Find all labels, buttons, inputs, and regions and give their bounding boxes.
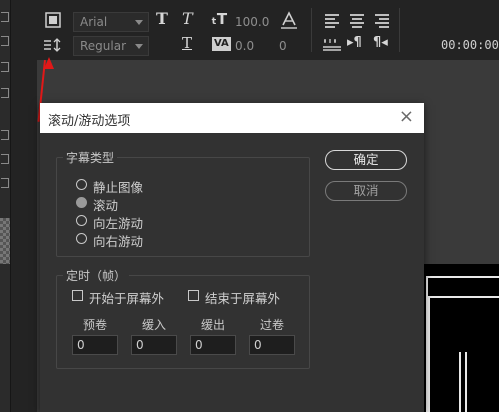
safe-margin-line bbox=[465, 352, 467, 412]
paragraph-ltr-icon[interactable]: ¶◂ bbox=[373, 36, 388, 49]
align-right-icon[interactable] bbox=[375, 14, 389, 28]
radio-label: 静止图像 bbox=[93, 180, 144, 195]
baseline-icon bbox=[281, 11, 297, 29]
radio-label: 向右游动 bbox=[93, 234, 144, 249]
bold-T-icon[interactable]: T bbox=[156, 11, 168, 27]
panel-gutter bbox=[11, 0, 37, 412]
tab-stops-icon[interactable] bbox=[43, 38, 63, 52]
ease-out-label: 缓出 bbox=[200, 318, 225, 332]
roll-crawl-dialog: 滚动/游动选项 × 字幕类型 静止图像 滚动 向左游动 向右游动 定时（帧） 开… bbox=[40, 103, 424, 412]
safe-margin-line bbox=[428, 296, 499, 298]
roll-crawl-options-icon[interactable] bbox=[45, 12, 61, 28]
checkbox-label: 结束于屏幕外 bbox=[205, 291, 281, 306]
radio-button[interactable] bbox=[76, 233, 87, 244]
title-type-legend: 字幕类型 bbox=[66, 151, 115, 165]
chevron-down-icon bbox=[135, 44, 143, 49]
italic-T-icon[interactable]: T bbox=[182, 11, 193, 27]
preroll-label: 预卷 bbox=[82, 318, 107, 332]
ok-button[interactable]: 确定 bbox=[325, 150, 407, 170]
timing-legend: 定时（帧） bbox=[66, 269, 127, 283]
tracking-value[interactable]: 0.0 bbox=[235, 39, 254, 53]
radio-label: 向左游动 bbox=[93, 216, 144, 231]
paragraph-rtl-icon[interactable]: ▸¶ bbox=[347, 36, 362, 49]
font-style-value: Regular bbox=[80, 39, 127, 53]
dialog-titlebar[interactable]: 滚动/游动选项 × bbox=[40, 103, 424, 133]
tool-icon[interactable] bbox=[1, 154, 9, 164]
checkbox[interactable] bbox=[72, 290, 83, 301]
ease-in-input[interactable]: 0 bbox=[131, 335, 177, 355]
safe-margin-line bbox=[426, 276, 499, 278]
annotation-arrow-head bbox=[44, 57, 54, 69]
tool-icon[interactable] bbox=[1, 36, 9, 46]
toolbar-divider bbox=[311, 8, 312, 52]
font-size-icon: ₜT bbox=[211, 10, 228, 28]
canvas-preview-dark bbox=[424, 264, 499, 412]
kerning-icon: VA bbox=[212, 37, 231, 51]
tool-icon[interactable] bbox=[1, 130, 9, 140]
tab-stops-alt-icon[interactable] bbox=[323, 37, 341, 51]
title-toolbar: Arial Regular T T T ₜT 100.0 VA 0.0 0 ▸¶… bbox=[37, 0, 499, 61]
align-left-icon[interactable] bbox=[325, 14, 339, 28]
baseline-value[interactable]: 0 bbox=[279, 39, 287, 53]
radio-button-selected[interactable] bbox=[76, 197, 87, 208]
close-icon[interactable]: × bbox=[399, 108, 414, 126]
chevron-down-icon bbox=[135, 20, 143, 25]
radio-button[interactable] bbox=[76, 179, 87, 190]
cancel-button[interactable]: 取消 bbox=[325, 181, 407, 201]
checkbox[interactable] bbox=[188, 290, 199, 301]
tool-icon[interactable] bbox=[1, 178, 9, 188]
tool-icon[interactable] bbox=[1, 88, 9, 98]
preroll-input[interactable]: 0 bbox=[72, 335, 118, 355]
ease-in-label: 缓入 bbox=[141, 318, 166, 332]
font-family-value: Arial bbox=[80, 15, 108, 29]
dialog-title: 滚动/游动选项 bbox=[48, 114, 131, 129]
ease-out-input[interactable]: 0 bbox=[190, 335, 236, 355]
align-center-icon[interactable] bbox=[350, 14, 364, 28]
toolbar-divider bbox=[399, 8, 400, 52]
tool-icon[interactable] bbox=[1, 12, 9, 22]
font-family-select[interactable]: Arial bbox=[73, 12, 149, 32]
swatch-preview bbox=[0, 218, 10, 264]
tools-panel bbox=[0, 0, 11, 412]
radio-label: 滚动 bbox=[93, 198, 119, 213]
underline-T-icon[interactable]: T bbox=[182, 36, 192, 51]
safe-margin-line bbox=[459, 352, 461, 412]
safe-margin-line bbox=[428, 296, 430, 412]
font-style-select[interactable]: Regular bbox=[73, 36, 149, 56]
tool-icon[interactable] bbox=[1, 62, 9, 72]
timecode-display[interactable]: 00:00:00:00 bbox=[441, 38, 499, 52]
font-size-value[interactable]: 100.0 bbox=[235, 15, 269, 29]
radio-button[interactable] bbox=[76, 215, 87, 226]
postroll-label: 过卷 bbox=[259, 318, 284, 332]
checkbox-label: 开始于屏幕外 bbox=[89, 291, 165, 306]
postroll-input[interactable]: 0 bbox=[249, 335, 295, 355]
